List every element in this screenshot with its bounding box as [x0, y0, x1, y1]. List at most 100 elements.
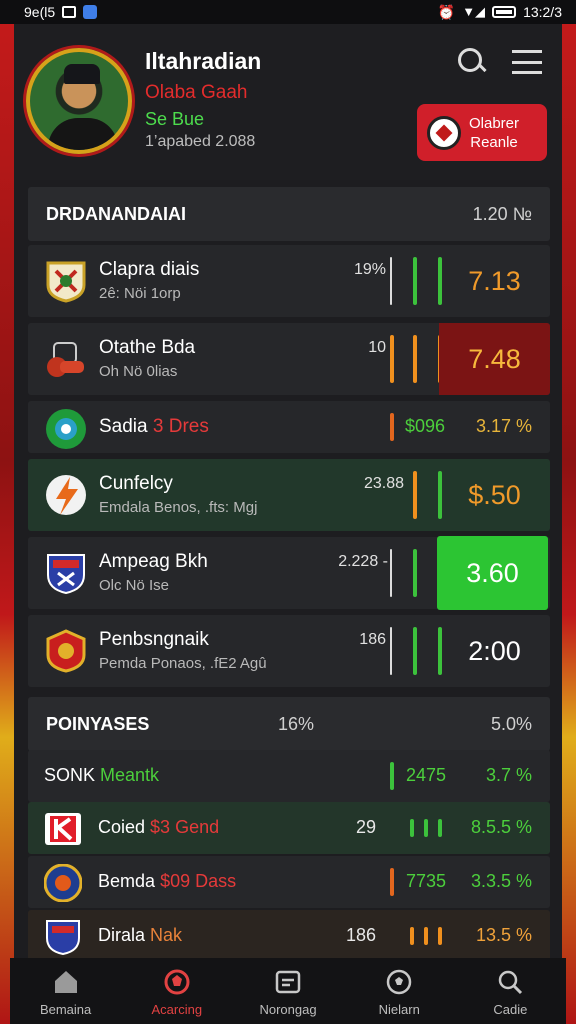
match-row[interactable]: Clapra diais 2ê: Nöi 1orp 19% 7.13 [28, 245, 550, 317]
section-value: 1.20 № [472, 203, 532, 224]
status-time: 13:2/3 [523, 4, 562, 20]
position-value: 7735 [406, 871, 447, 891]
home-icon [54, 971, 77, 993]
hamburger-menu-icon[interactable] [512, 50, 542, 74]
cta-button[interactable]: Olabrer Reanle [417, 104, 547, 161]
soccer-ball-icon [427, 115, 461, 150]
position-lead: SONK Meantk [44, 765, 159, 786]
section-header-main: DRDANANDAIAI 1.20 № [28, 187, 550, 241]
nav-item-tickets[interactable]: Norongag [232, 958, 343, 1024]
position-name: Meantk [100, 765, 160, 785]
bar-green [424, 819, 428, 837]
nav-item-home[interactable]: Bemaina [10, 958, 121, 1024]
profile-club: Olaba Gaah [145, 82, 248, 103]
nav-item-search[interactable]: Cadie [455, 958, 566, 1024]
position-row[interactable]: Bemda $09 Dass 7735 3.3.5 % [28, 856, 550, 908]
position-name-secondary: Nak [150, 925, 183, 945]
nav-item-ball[interactable]: Nielarn [344, 958, 455, 1024]
bar-orange [438, 927, 442, 945]
match-pct: 186 [359, 631, 386, 648]
position-value: 2475 [406, 765, 447, 785]
match-row[interactable]: Ampeag Bkh Olc Nö Ise 2.228 - 3.60 [28, 536, 550, 610]
bar-orange [410, 927, 414, 945]
bar-orange [390, 413, 394, 441]
bar-orange [390, 868, 394, 896]
nav-label: Norongag [259, 1002, 317, 1017]
k-logo-icon [45, 813, 81, 845]
match-name: Cunfelcy [99, 473, 173, 494]
position-percent: 13.5 % [475, 925, 532, 945]
profile-header: Iltahradian Olaba Gaah Se Bue 1’apabed 2… [14, 24, 562, 180]
position-name: Coied $3 Gend [98, 817, 219, 838]
match-name: Sadia 3 Dres [99, 416, 209, 438]
match-name-primary: Sadia [99, 416, 148, 437]
odds-button[interactable]: $.50 [439, 459, 550, 531]
nav-label: Bemaina [39, 1002, 92, 1017]
match-name: Penbsngnaik [99, 629, 209, 650]
match-pct: 19% [353, 261, 386, 278]
bar-orange [413, 471, 417, 519]
position-percent: 3.3.5 % [470, 871, 532, 891]
match-pct: 23.88 [363, 475, 404, 492]
cta-label-line1: Olabrer [469, 114, 520, 132]
match-value: $096 [405, 416, 446, 436]
section-value: 5.0% [490, 713, 532, 734]
club-round-icon [44, 864, 82, 902]
nav-label: Acarcing [151, 1002, 203, 1017]
bottom-nav: Bemaina Acarcing Norongag Nielarn Cadie [10, 958, 566, 1024]
bar-green [413, 627, 417, 675]
wifi-icon: ▼◢ [462, 4, 486, 19]
app-screen: 9e(l5 ⏰ ▼◢ 13:2/3 Iltahradian Olaba Gaah… [0, 0, 576, 1024]
match-name: Otathe Bda [99, 337, 196, 358]
position-name: Dirala Nak [98, 925, 182, 946]
match-name-secondary: 3 Dres [152, 416, 209, 437]
bar-green [390, 762, 394, 790]
match-row[interactable]: Otathe Bda Oh Nö 0lias 10 7.48 [28, 323, 550, 395]
odds-button[interactable]: 2:00 [439, 615, 550, 687]
bar-orange [413, 335, 417, 383]
odds-button[interactable]: 7.13 [439, 245, 550, 317]
odds-button[interactable]: 3.17 % [468, 416, 532, 437]
status-bar: 9e(l5 ⏰ ▼◢ 13:2/3 [0, 0, 576, 24]
match-name: Clapra diais [99, 259, 200, 280]
nav-label: Cadie [493, 1002, 528, 1017]
match-row[interactable]: Penbsngnaik Pemda Ponaos, .fE2 Agû 186 2… [28, 615, 550, 687]
bar-separator [390, 257, 392, 305]
position-row[interactable]: Coied $3 Gend 29 8.5.5 % [28, 802, 550, 854]
match-pct: 2.228 - [338, 553, 388, 570]
ticket-icon [275, 970, 301, 994]
left-decor-stripe [0, 0, 14, 1024]
match-row[interactable]: Sadia 3 Dres $096 3.17 % [28, 401, 550, 453]
cup-icon [47, 342, 84, 377]
odds-button[interactable]: 3.60 [437, 536, 548, 610]
match-sub: Pemda Ponaos, .fE2 Agû [99, 655, 267, 672]
section-header-positions: POINYASES 16% 5.0% [28, 697, 550, 751]
soccer-shield-icon [164, 969, 190, 995]
battery-icon [492, 6, 517, 18]
position-lead-label: SONK [44, 765, 96, 785]
match-sub: Emdala Benos, .fts: Mgj [99, 499, 258, 516]
match-name: Ampeag Bkh [99, 551, 208, 572]
position-name: Bemda $09 Dass [98, 871, 236, 892]
match-sub: Oh Nö 0lias [99, 363, 178, 380]
odds-button[interactable]: 7.48 [439, 323, 550, 395]
position-row[interactable]: SONK Meantk 2475 3.7 % [28, 750, 550, 802]
position-name-primary: Coied [98, 817, 146, 837]
bar-orange [390, 335, 394, 383]
bar-separator [390, 549, 392, 597]
position-name-primary: Dirala [98, 925, 146, 945]
match-sub: Olc Nö Ise [99, 577, 170, 594]
bar-green [410, 819, 414, 837]
section-title: POINYASES [46, 713, 150, 734]
position-percent: 8.5.5 % [470, 817, 532, 837]
match-pct: 10 [368, 339, 386, 356]
cta-label-line2: Reanle [470, 133, 518, 151]
bar-green [413, 257, 417, 305]
nav-item-active[interactable]: Acarcing [121, 958, 232, 1024]
avatar[interactable] [26, 48, 132, 154]
match-row[interactable]: Cunfelcy Emdala Benos, .fts: Mgj 23.88 $… [28, 459, 550, 531]
royal-crest-icon [46, 629, 86, 673]
club-shield-icon [46, 920, 80, 956]
search-icon[interactable] [456, 46, 488, 78]
position-row[interactable]: Dirala Nak 186 13.5 % [28, 910, 550, 962]
